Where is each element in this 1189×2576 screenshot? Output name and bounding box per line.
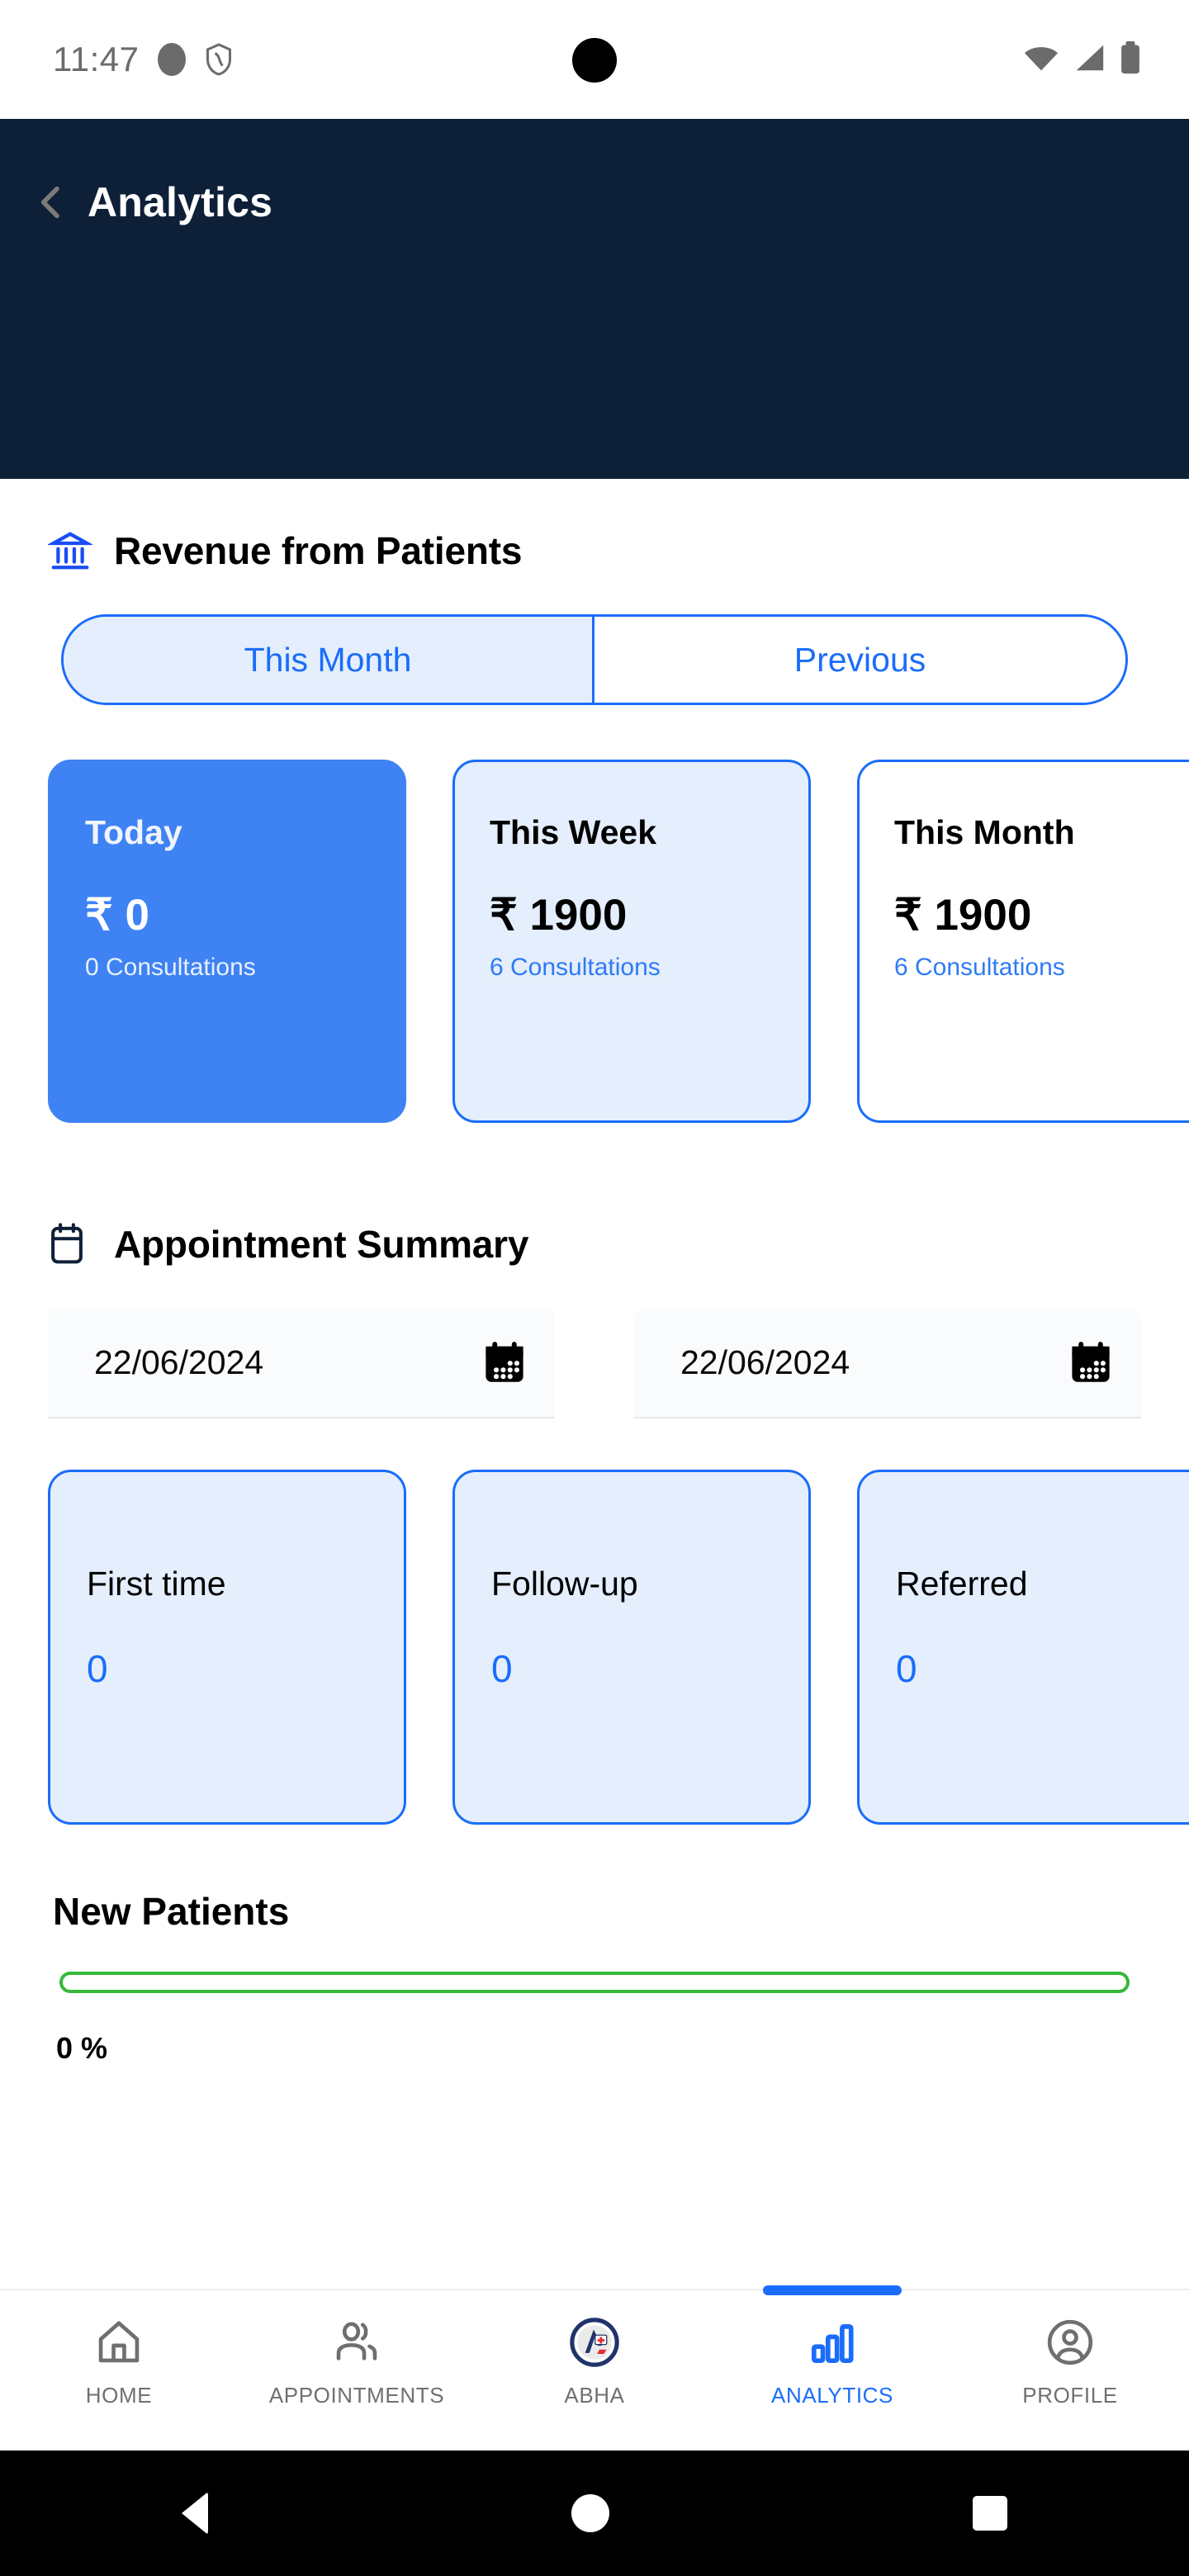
status-bar-left: 11:47 bbox=[53, 40, 234, 79]
nav-label: ABHA bbox=[564, 2383, 625, 2408]
appointment-card-value: 0 bbox=[87, 1647, 108, 1690]
revenue-card-consultations: 0 Consultations bbox=[85, 954, 256, 981]
nav-active-indicator bbox=[763, 2285, 902, 2295]
revenue-card-today[interactable]: Today ₹ 0 0 Consultations bbox=[48, 760, 406, 1123]
page-title: Analytics bbox=[88, 179, 273, 225]
tab-previous[interactable]: Previous bbox=[594, 617, 1125, 703]
appointment-section-header: Appointment Summary bbox=[0, 1222, 1189, 1267]
revenue-card-amount: ₹ 0 bbox=[85, 891, 149, 940]
bottom-navigation-bar: HOME APPOINTMENTS ABHA ANALYTICS PROFILE bbox=[0, 2285, 1189, 2451]
nav-item-analytics[interactable]: ANALYTICS bbox=[713, 2285, 951, 2408]
revenue-card-amount: ₹ 1900 bbox=[490, 891, 628, 940]
revenue-cards-scroller[interactable]: Today ₹ 0 0 Consultations This Week ₹ 19… bbox=[0, 705, 1189, 1123]
appointment-card-value: 0 bbox=[896, 1647, 917, 1690]
revenue-card-this-month[interactable]: This Month ₹ 1900 6 Consultations bbox=[857, 760, 1189, 1123]
date-to-field[interactable]: 22/06/2024 bbox=[634, 1308, 1141, 1418]
revenue-card-label: This Week bbox=[490, 813, 657, 851]
appointment-card-label: First time bbox=[87, 1565, 226, 1603]
back-chevron-icon[interactable] bbox=[28, 179, 74, 225]
calendar-icon bbox=[48, 1222, 92, 1267]
bank-icon bbox=[46, 528, 94, 573]
appointment-section-title: Appointment Summary bbox=[114, 1223, 529, 1266]
appointment-card-label: Referred bbox=[896, 1565, 1028, 1603]
home-icon bbox=[93, 2317, 144, 2368]
appointment-card-referred[interactable]: Referred 0 bbox=[857, 1470, 1189, 1825]
date-from-field[interactable]: 22/06/2024 bbox=[48, 1308, 555, 1418]
nav-label: PROFILE bbox=[1022, 2383, 1118, 2408]
account-circle-icon bbox=[1045, 2317, 1096, 2368]
revenue-period-tabs: This Month Previous bbox=[61, 614, 1128, 705]
calendar-solid-icon[interactable] bbox=[484, 1341, 525, 1384]
appointment-card-first-time[interactable]: First time 0 bbox=[48, 1470, 406, 1825]
revenue-section-title: Revenue from Patients bbox=[114, 529, 523, 572]
nav-item-profile[interactable]: PROFILE bbox=[951, 2290, 1189, 2408]
nav-item-abha[interactable]: ABHA bbox=[476, 2290, 713, 2408]
appointment-card-label: Follow-up bbox=[491, 1565, 638, 1603]
nav-item-home[interactable]: HOME bbox=[0, 2290, 238, 2408]
revenue-card-this-week[interactable]: This Week ₹ 1900 6 Consultations bbox=[452, 760, 811, 1123]
revenue-card-label: Today bbox=[85, 813, 182, 851]
nav-item-appointments[interactable]: APPOINTMENTS bbox=[238, 2290, 476, 2408]
date-range-row: 22/06/2024 22/06/2024 bbox=[0, 1308, 1189, 1418]
tab-this-month[interactable]: This Month bbox=[64, 617, 594, 703]
system-back-icon[interactable] bbox=[182, 2492, 208, 2535]
revenue-card-label: This Month bbox=[894, 813, 1075, 851]
revenue-card-amount: ₹ 1900 bbox=[894, 891, 1032, 940]
nav-label: ANALYTICS bbox=[771, 2383, 893, 2408]
phone-screen: 11:47 Analytics Revenue from Patients Th… bbox=[0, 0, 1189, 2576]
system-navigation-bar bbox=[0, 2451, 1189, 2576]
status-bar: 11:47 bbox=[0, 0, 1189, 119]
date-to-value: 22/06/2024 bbox=[680, 1342, 850, 1381]
new-patients-progress-bar bbox=[59, 1972, 1130, 1993]
nav-label: APPOINTMENTS bbox=[268, 2383, 445, 2408]
date-from-value: 22/06/2024 bbox=[94, 1342, 264, 1381]
battery-icon bbox=[1118, 40, 1143, 78]
new-patients-title: New Patients bbox=[53, 1890, 290, 1933]
front-camera-cutout bbox=[572, 38, 617, 83]
calendar-solid-icon[interactable] bbox=[1070, 1341, 1111, 1384]
main-content: Revenue from Patients This Month Previou… bbox=[0, 479, 1189, 2289]
shield-icon bbox=[204, 42, 234, 77]
bar-chart-icon bbox=[807, 2317, 858, 2368]
app-bar-row: Analytics bbox=[0, 178, 1189, 226]
cellular-signal-icon bbox=[1072, 43, 1106, 77]
people-icon bbox=[331, 2317, 382, 2368]
revenue-card-consultations: 6 Consultations bbox=[490, 954, 661, 981]
revenue-section-header: Revenue from Patients bbox=[0, 528, 1189, 573]
wifi-icon bbox=[1022, 43, 1060, 77]
new-patients-percent: 0 % bbox=[56, 2031, 108, 2065]
appointment-card-follow-up[interactable]: Follow-up 0 bbox=[452, 1470, 811, 1825]
system-home-icon[interactable] bbox=[571, 2494, 609, 2532]
nav-label: HOME bbox=[85, 2383, 153, 2408]
status-time: 11:47 bbox=[53, 40, 140, 78]
status-bar-right bbox=[1022, 40, 1143, 78]
circle-icon bbox=[157, 43, 186, 76]
app-bar: Analytics bbox=[0, 119, 1189, 479]
abha-logo-icon bbox=[569, 2317, 620, 2368]
appointment-card-value: 0 bbox=[491, 1647, 513, 1690]
system-recents-icon[interactable] bbox=[973, 2496, 1007, 2531]
revenue-card-consultations: 6 Consultations bbox=[894, 954, 1065, 981]
appointment-type-cards[interactable]: First time 0 Follow-up 0 Referred 0 bbox=[0, 1470, 1189, 1825]
